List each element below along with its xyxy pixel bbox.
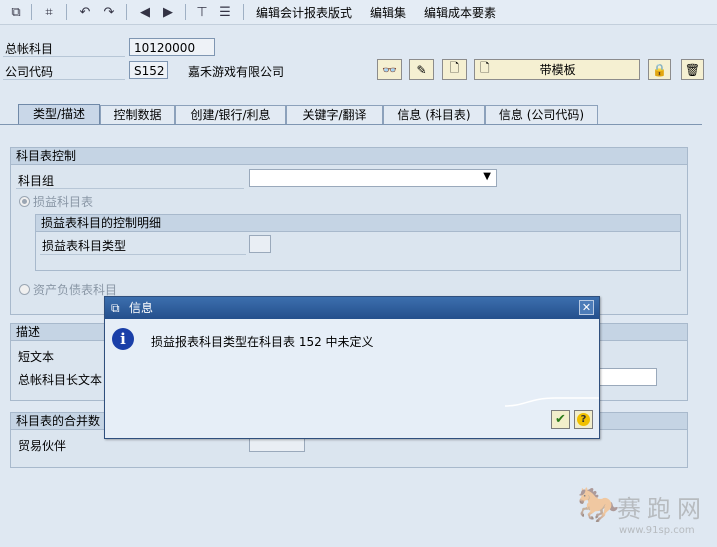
watermark-logo-icon: 🐎 xyxy=(577,485,620,525)
chevron-down-icon[interactable]: ▼ xyxy=(483,171,491,182)
pl-account-label: 损益科目表 xyxy=(33,195,94,209)
checkmark-icon: ✔ xyxy=(555,412,566,427)
long-text-field[interactable] xyxy=(599,368,657,386)
lock-icon: 🔒 xyxy=(652,62,667,77)
account-group-label: 科目组 xyxy=(18,174,55,188)
glasses-icon: 👓 xyxy=(382,62,397,77)
trash-icon: 🗑 xyxy=(684,62,701,77)
dialog-window-icon: ⧉ xyxy=(111,301,120,315)
help-icon: ? xyxy=(577,413,590,426)
gl-account-label: 总帐科目 xyxy=(5,42,54,56)
hierarchy-icon[interactable]: ⌗ xyxy=(40,3,58,21)
toolbar-separator xyxy=(126,4,127,20)
toolbar-separator xyxy=(31,4,32,20)
pl-type-field[interactable] xyxy=(249,235,271,253)
menu-edit-fs-version[interactable]: 编辑会计报表版式 xyxy=(256,4,352,21)
tab-type-description[interactable]: 类型/描述 xyxy=(18,104,100,125)
toolbar-separator xyxy=(185,4,186,20)
menu-edit-set[interactable]: 编辑集 xyxy=(370,4,406,21)
with-template-label: 带模板 xyxy=(539,63,576,77)
dialog-footer-curve xyxy=(505,397,599,407)
pl-detail-group: 损益表科目的控制明细 损益表科目类型 xyxy=(35,214,681,271)
long-text-label: 总帐科目长文本 xyxy=(18,373,103,387)
toolbar-separator xyxy=(243,4,244,20)
create-button[interactable]: 🗋 xyxy=(442,59,467,80)
watermark: 🐎 赛跑网 www.91sp.com xyxy=(575,485,715,545)
label-underline xyxy=(16,188,244,189)
tab-info-company-code[interactable]: 信息 (公司代码) xyxy=(485,105,598,124)
company-name: 嘉禾游戏有限公司 xyxy=(188,65,285,79)
tab-info-coa[interactable]: 信息 (科目表) xyxy=(383,105,485,124)
account-group-select[interactable]: ▼ xyxy=(249,169,497,187)
confirm-button[interactable]: ✔ xyxy=(551,410,570,429)
pl-account-radio[interactable] xyxy=(19,196,30,207)
menu-edit-cost-element[interactable]: 编辑成本要素 xyxy=(424,4,496,21)
pl-type-label: 损益表科目类型 xyxy=(42,239,127,253)
edit-button[interactable]: ✎ xyxy=(409,59,434,80)
pencil-icon: ✎ xyxy=(416,62,427,77)
company-code-label: 公司代码 xyxy=(5,65,54,79)
dialog-message: 损益报表科目类型在科目表 152 中未定义 xyxy=(151,335,374,349)
new-session-icon[interactable]: ⧉ xyxy=(7,3,25,21)
label-underline xyxy=(3,79,125,80)
glasses-display-button[interactable]: 👓 xyxy=(377,59,402,80)
help-button[interactable]: ? xyxy=(574,410,593,429)
tab-keyword-translation[interactable]: 关键字/翻译 xyxy=(286,105,383,124)
close-icon[interactable]: ✕ xyxy=(579,300,594,315)
short-text-label: 短文本 xyxy=(18,350,55,364)
label-underline xyxy=(40,254,246,255)
redo-icon[interactable]: ↷ xyxy=(100,3,118,21)
info-icon: i xyxy=(112,328,134,350)
where-used-icon[interactable]: ⊤ xyxy=(193,3,211,21)
tab-create-bank-interest[interactable]: 创建/银行/利息 xyxy=(175,105,286,124)
dialog-title: 信息 xyxy=(129,301,154,315)
info-dialog: ⧉ 信息 ✕ i 损益报表科目类型在科目表 152 中未定义 ✔ ? xyxy=(104,296,600,439)
application-toolbar: ⧉ ⌗ ↶ ↷ ◀ ▶ ⊤ ☰ 编辑会计报表版式 编辑集 编辑成本要素 xyxy=(0,0,717,25)
lock-button[interactable]: 🔒 xyxy=(648,59,671,80)
with-template-button[interactable]: 🗋 带模板 xyxy=(474,59,640,80)
next-icon[interactable]: ▶ xyxy=(159,3,177,21)
bs-account-radio[interactable] xyxy=(19,284,30,295)
previous-icon[interactable]: ◀ xyxy=(136,3,154,21)
tab-control-data[interactable]: 控制数据 xyxy=(100,105,175,124)
blank-page-icon: 🗋 xyxy=(480,61,490,75)
company-code-field[interactable]: S152 xyxy=(129,61,168,79)
dialog-title-bar[interactable]: ⧉ 信息 ✕ xyxy=(105,297,599,319)
watermark-text: 赛跑网 xyxy=(617,495,707,523)
delete-button[interactable]: 🗑 xyxy=(681,59,704,80)
toolbar-separator xyxy=(66,4,67,20)
gl-account-field[interactable]: 10120000 xyxy=(129,38,215,56)
group-title: 科目表控制 xyxy=(11,148,687,165)
undo-icon[interactable]: ↶ xyxy=(76,3,94,21)
watermark-url: www.91sp.com xyxy=(619,525,695,536)
blank-page-icon: 🗋 xyxy=(449,61,460,75)
label-underline xyxy=(3,56,125,57)
coa-control-group: 科目表控制 科目组 ▼ 损益科目表 损益表科目的控制明细 损益表科目类型 资产负… xyxy=(10,147,688,315)
document-icon[interactable]: ☰ xyxy=(216,3,234,21)
trading-partner-label: 贸易伙伴 xyxy=(18,439,67,453)
group-title: 损益表科目的控制明细 xyxy=(36,215,680,232)
